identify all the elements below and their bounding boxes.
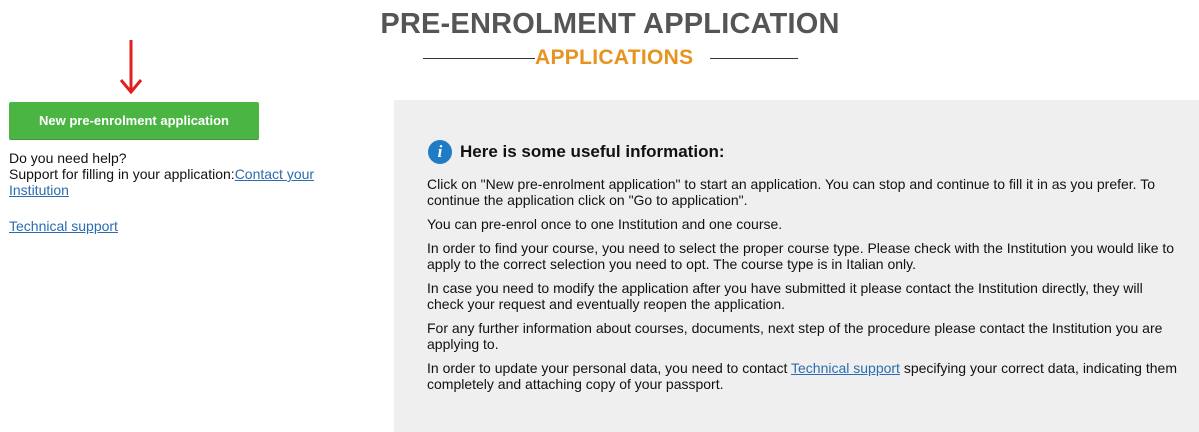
technical-support-link[interactable]: Technical support <box>9 218 118 234</box>
section-subtitle: APPLICATIONS <box>420 46 800 72</box>
info-panel: i Here is some useful information: Click… <box>394 100 1199 432</box>
subtitle-divider-right <box>710 58 798 59</box>
subtitle-divider-left <box>423 58 535 59</box>
info-body: Click on "New pre-enrolment application"… <box>427 176 1179 400</box>
info-header: i Here is some useful information: <box>428 138 725 166</box>
info-icon: i <box>428 140 452 164</box>
help-section: Do you need help? Support for filling in… <box>9 150 369 198</box>
info-last-text-before: In order to update your personal data, y… <box>427 360 791 376</box>
down-arrow-icon <box>119 40 143 95</box>
new-application-button[interactable]: New pre-enrolment application <box>9 102 259 139</box>
info-paragraph: For any further information about course… <box>427 320 1163 352</box>
info-paragraph: In order to find your course, you need t… <box>427 240 1175 272</box>
technical-support-inline-link[interactable]: Technical support <box>791 360 900 376</box>
support-text: Support for filling in your application: <box>9 166 235 182</box>
info-paragraph: In case you need to modify the applicati… <box>427 280 1143 312</box>
help-question: Do you need help? <box>9 150 127 166</box>
info-paragraph: You can pre-enrol once to one Institutio… <box>427 216 783 232</box>
info-paragraph-last: In order to update your personal data, y… <box>427 360 1179 392</box>
support-line: Support for filling in your application:… <box>9 166 369 198</box>
subtitle-text: APPLICATIONS <box>535 46 694 69</box>
page-title: PRE-ENROLMENT APPLICATION <box>380 8 840 40</box>
info-title: Here is some useful information: <box>460 142 725 161</box>
info-paragraph: Click on "New pre-enrolment application"… <box>427 176 1155 208</box>
